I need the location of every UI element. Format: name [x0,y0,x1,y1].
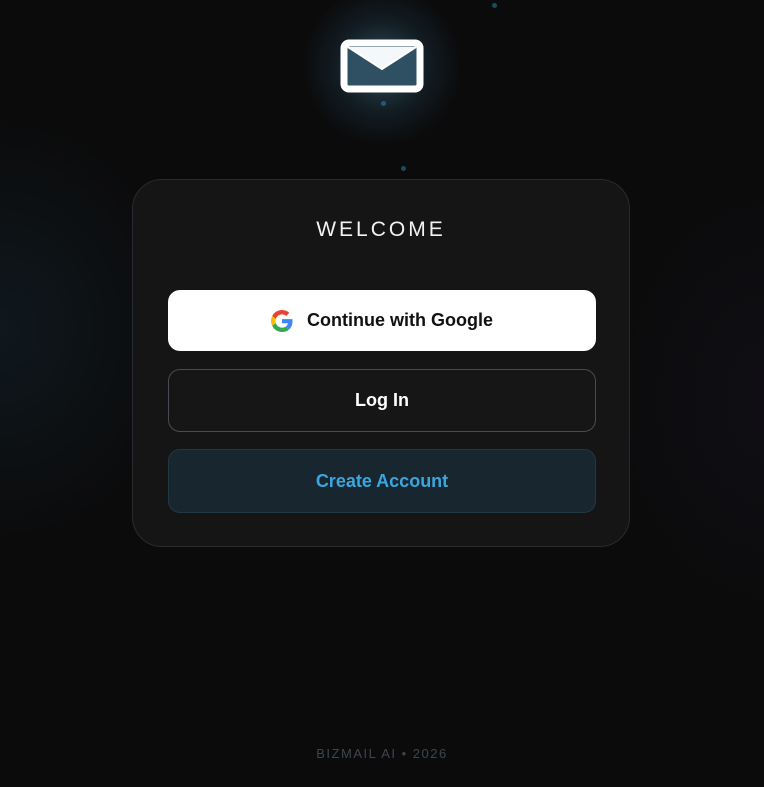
google-button-label: Continue with Google [307,310,493,330]
welcome-title: WELCOME [316,218,446,241]
google-icon [271,309,293,332]
log-in-button[interactable]: Log In [168,369,596,432]
background-particle [401,166,406,171]
continue-with-google-button[interactable]: Continue with Google [168,290,596,351]
create-account-button[interactable]: Create Account [168,449,596,513]
create-account-button-label: Create Account [315,470,449,491]
envelope-icon [340,39,424,93]
welcome-card: WELCOME Continue with Google Log In Crea… [132,179,630,547]
log-in-button-label: Log In [355,390,409,410]
background-particle [492,3,497,8]
login-screen: WELCOME Continue with Google Log In Crea… [0,0,764,787]
footer-text: BIZMAIL AI • 2026 [316,746,448,761]
